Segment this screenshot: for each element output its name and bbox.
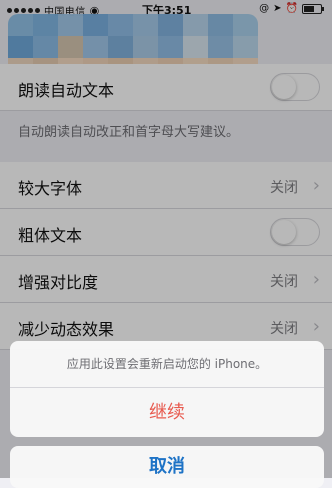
continue-button[interactable]: 继续 [10, 388, 324, 437]
cancel-button[interactable]: 取消 [10, 446, 324, 488]
action-sheet-message: 应用此设置会重新启动您的 iPhone。 [66, 357, 268, 371]
restart-action-sheet: 应用此设置会重新启动您的 iPhone。 继续 [10, 341, 324, 437]
